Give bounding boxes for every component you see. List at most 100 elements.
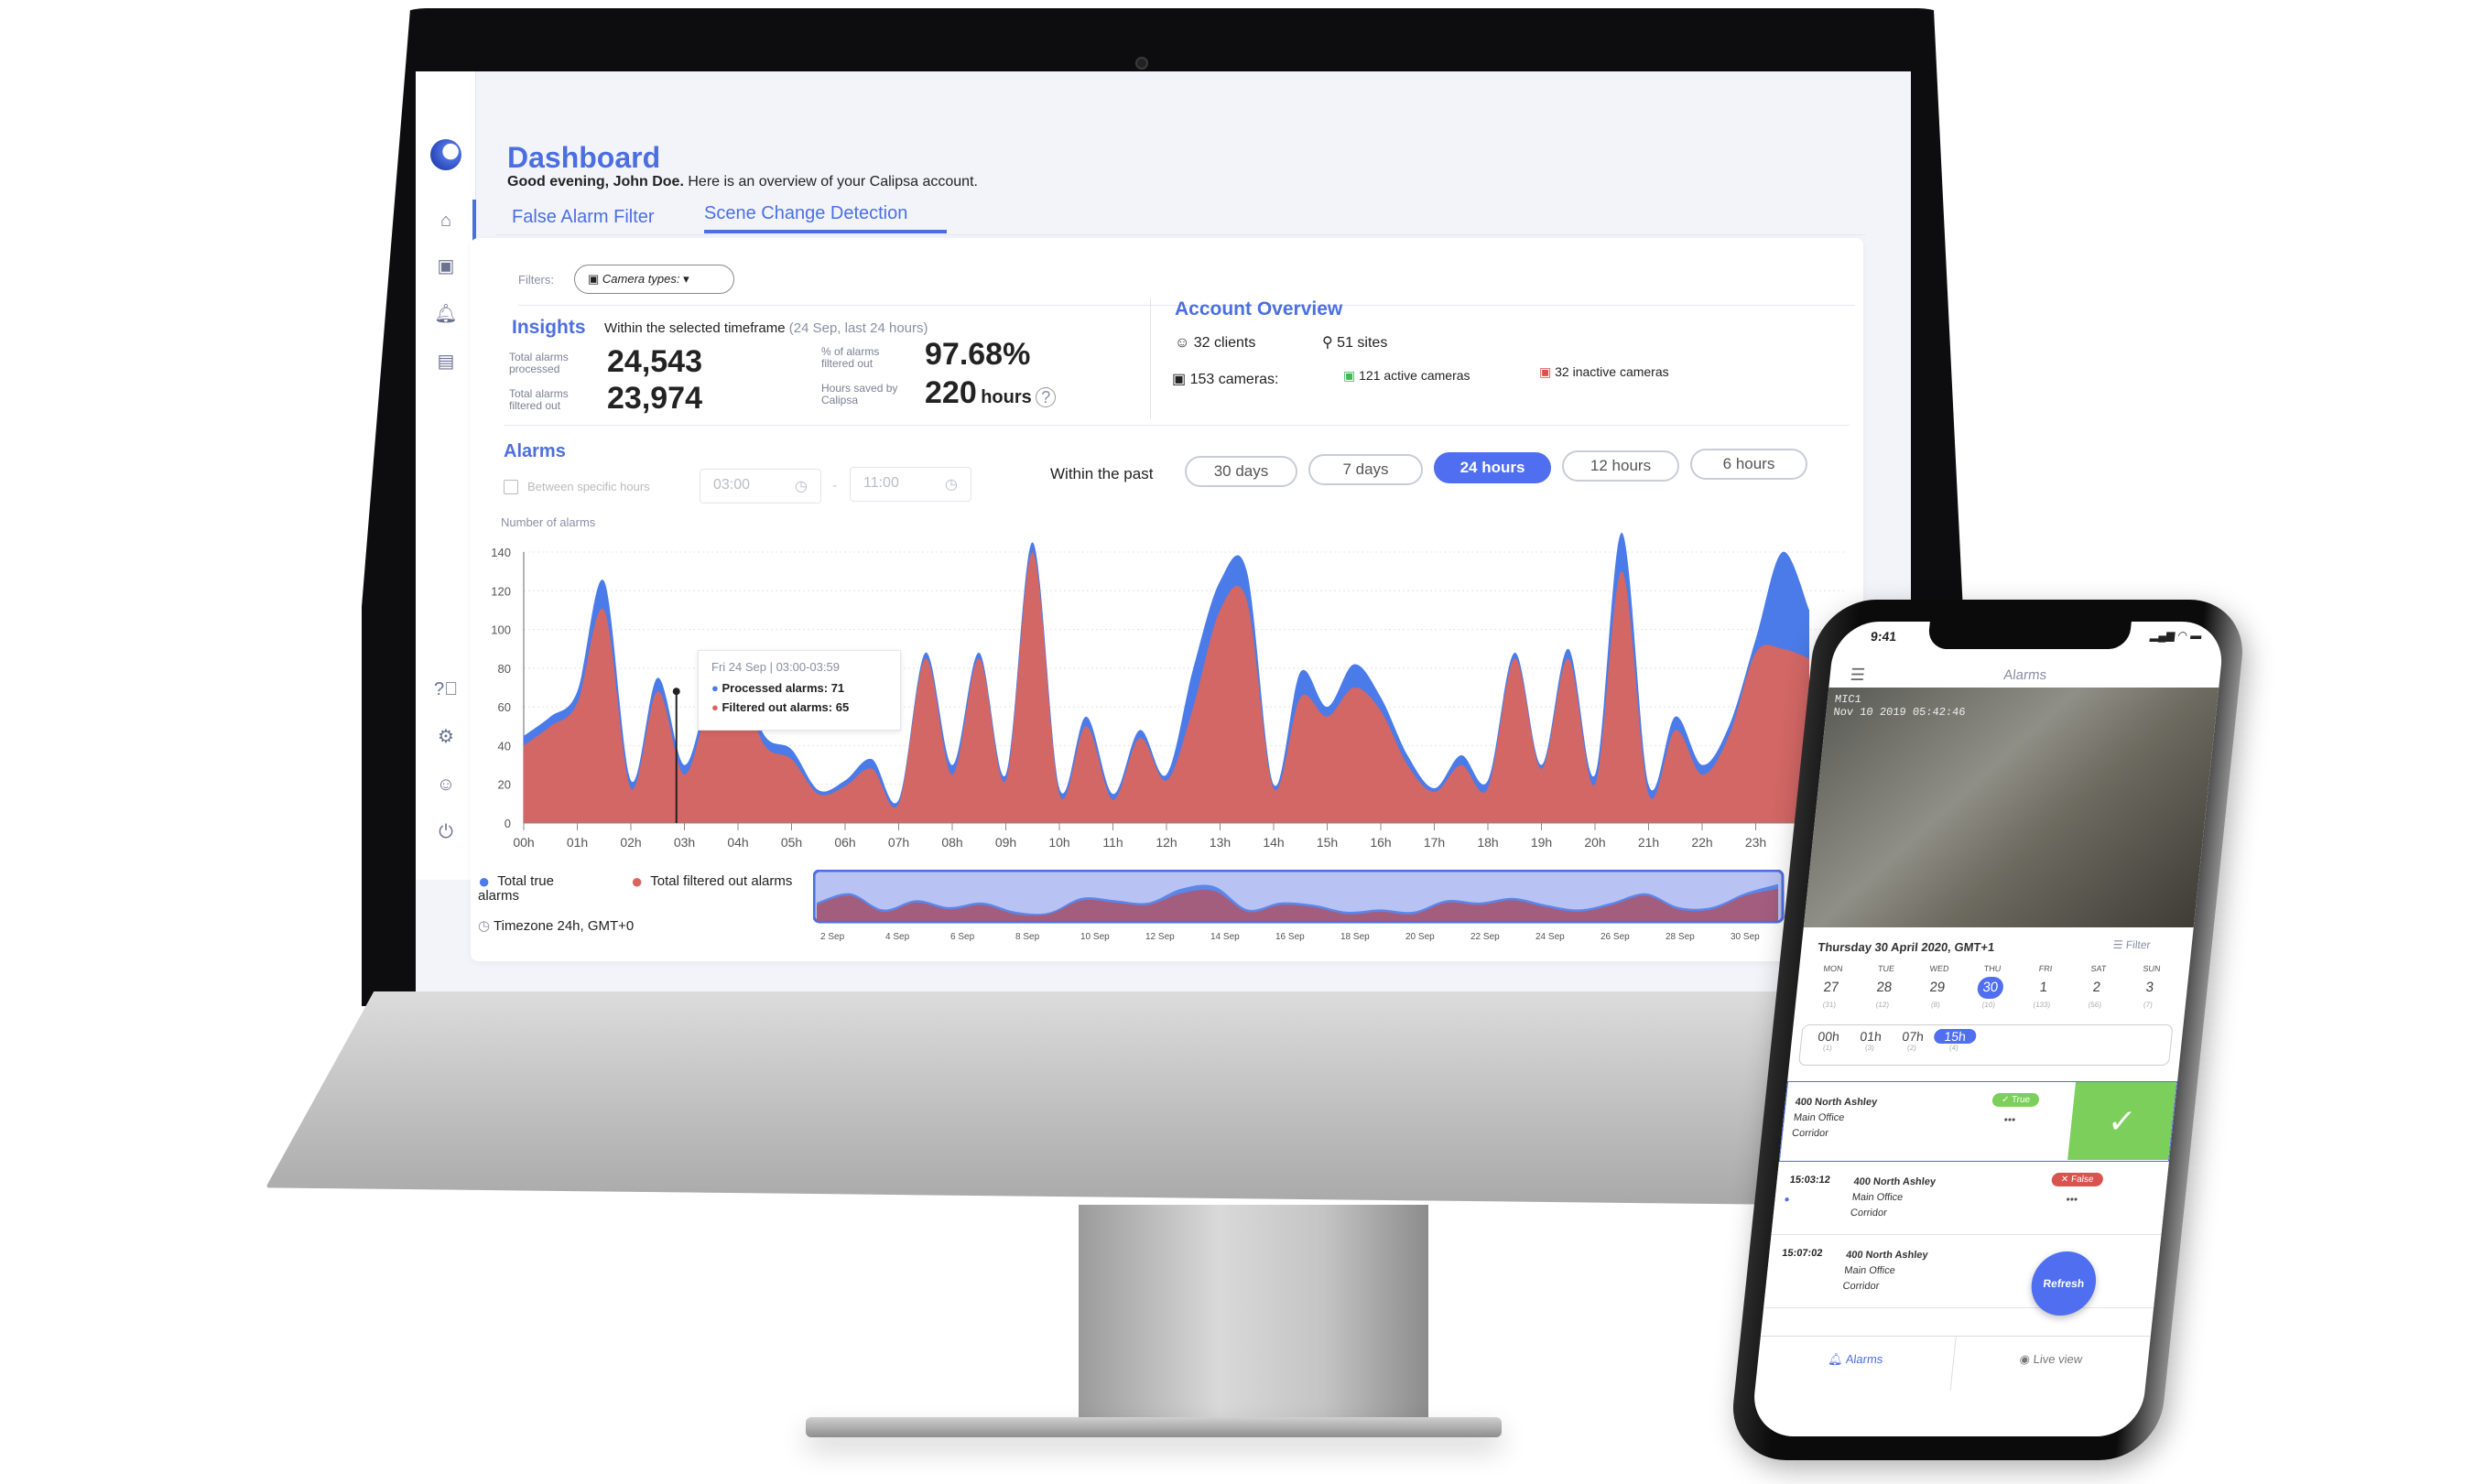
range-dash: - [832, 478, 838, 493]
filter-button[interactable]: ☰ Filter [2112, 938, 2151, 951]
day-thu[interactable]: THU 30 (10) [1961, 964, 2019, 1009]
range-12-hours[interactable]: 12 hours [1562, 450, 1679, 482]
bell-icon[interactable]: 🔔︎ [434, 302, 458, 326]
between-hours-checkbox[interactable] [504, 480, 518, 494]
day-number: 28 [1875, 980, 1893, 995]
y-tick-label: 0 [505, 817, 511, 830]
more-options-icon[interactable]: ••• [2066, 1193, 2078, 1206]
legend-label: Total filtered out alarms [650, 873, 793, 889]
hour-15h[interactable]: 15h (4) [1931, 1029, 1978, 1061]
page-subtitle: Here is an overview of your Calipsa acco… [688, 174, 978, 190]
range-7-days[interactable]: 7 days [1308, 454, 1423, 485]
clients-icon: ☺ [1175, 335, 1194, 351]
clipboard-icon[interactable]: ▤ [434, 350, 458, 374]
tab-false-alarm-filter[interactable]: False Alarm Filter [512, 207, 655, 228]
day-number: 3 [2144, 980, 2154, 995]
alarm-item[interactable]: 15:03:12 400 North Ashley Main Office Corr… [1771, 1162, 2169, 1235]
clock-icon: ◷ [478, 918, 494, 934]
filtered-label: Total alarms filtered out [509, 387, 569, 412]
tab-scene-change-detection[interactable]: Scene Change Detection [704, 203, 947, 233]
to-time-input[interactable]: 11:00 ◷ [850, 467, 971, 502]
x-tick-label: 21h [1638, 835, 1659, 850]
alarm-zone: Corridor [1791, 1128, 1829, 1139]
day-count: (56) [2088, 1001, 2102, 1009]
account-overview-title: Account Overview [1175, 298, 1343, 320]
day-count: (7) [2143, 1001, 2154, 1009]
day-tue[interactable]: TUE 28 (12) [1855, 964, 1913, 1009]
range-24-hours[interactable]: 24 hours [1434, 452, 1551, 483]
alarm-site: 400 North Ashley [1795, 1097, 1878, 1108]
camera-icon[interactable]: ▣ [434, 255, 458, 278]
day-name: WED [1929, 964, 1950, 973]
y-axis-label: Number of alarms [501, 515, 596, 529]
processed-dot: ● [711, 681, 722, 695]
alarm-item[interactable]: 15:07:02 400 North Ashley Main Office Corr… [1763, 1235, 2162, 1308]
range-30-days[interactable]: 30 days [1185, 456, 1297, 487]
day-mon[interactable]: MON 27 (31) [1802, 964, 1860, 1009]
inactive-cameras: 32 inactive cameras [1555, 364, 1669, 379]
day-fri[interactable]: FRI 1 (133) [2014, 964, 2072, 1009]
minimap-tick-label: 8 Sep [1015, 932, 1040, 942]
more-options-icon[interactable]: ••• [2003, 1113, 2016, 1126]
x-tick-label: 20h [1584, 835, 1605, 850]
minimap-tick-label: 4 Sep [885, 932, 910, 942]
nav-live-view[interactable]: ◉ Live view [1950, 1337, 2151, 1391]
nav-label: Live view [2032, 1352, 2083, 1366]
day-sun[interactable]: SUN 3 (7) [2121, 964, 2178, 1009]
camera-icon: ▣ [588, 272, 602, 286]
dashboard-screen: ⌂ ▣ 🔔︎ ▤ ?⃝ ⚙ ☺ ⏻ Dashboard Good evening… [416, 71, 1911, 991]
location-icon: ⚲ [1322, 335, 1338, 351]
hour-00h[interactable]: 00h (1) [1805, 1029, 1850, 1061]
alarms-chart[interactable]: 0 20 40 60 80 100 120 140 00h 01h 02h 03h 04h 05h 06h 0… [416, 529, 1881, 868]
alarm-zone: Corridor [1841, 1281, 1880, 1292]
x-tick-label: 04h [727, 835, 748, 850]
bottom-nav: 🔔︎ Alarms ◉ Live view [1754, 1336, 2151, 1391]
day-wed[interactable]: WED 29 (8) [1908, 964, 1966, 1009]
y-tick-label: 140 [491, 546, 511, 559]
minimap-tick-label: 28 Sep [1666, 932, 1695, 942]
nav-alarms[interactable]: 🔔︎ Alarms [1754, 1337, 1957, 1391]
y-tick-label: 60 [498, 700, 511, 714]
range-6-hours[interactable]: 6 hours [1690, 449, 1807, 480]
processed-value: 24,543 [607, 344, 702, 379]
chevron-down-icon: ▾ [683, 272, 689, 286]
alarm-site: 400 North Ashley [1852, 1176, 1937, 1187]
home-icon[interactable]: ⌂ [434, 209, 458, 233]
help-icon[interactable]: ? [1036, 387, 1057, 407]
minimap-tick-label: 16 Sep [1275, 932, 1305, 942]
sites-count: 51 sites [1337, 335, 1388, 351]
clock-icon: ◷ [945, 477, 958, 493]
hour-07h[interactable]: 07h (2) [1889, 1029, 1935, 1061]
alarm-item[interactable]: 400 North Ashley Main Office Corridor ✓ Tr… [1778, 1081, 2178, 1162]
x-tick-label: 02h [620, 835, 641, 850]
day-count: (133) [2033, 1001, 2051, 1009]
x-tick-label: 12h [1156, 835, 1177, 850]
legend-dot: ● [478, 870, 491, 893]
phone: 9:41 ▂▄▆ ◠ ▬ ☰ Alarms MIC1 Nov 10 2019 05… [1727, 600, 2249, 1460]
alarm-place: Main Office [1793, 1112, 1845, 1123]
x-tick-label: 09h [995, 835, 1016, 850]
x-tick-label: 18h [1477, 835, 1498, 850]
from-time-input[interactable]: 03:00 ◷ [700, 469, 821, 504]
tooltip-filtered: Filtered out alarms: 65 [722, 700, 850, 714]
processed-label: Total alarms processed [509, 351, 569, 375]
alarm-site: 400 North Ashley [1845, 1250, 1929, 1261]
day-name: MON [1823, 964, 1844, 973]
day-sat[interactable]: SAT 2 (56) [2067, 964, 2125, 1009]
check-icon[interactable]: ✓ [2067, 1082, 2177, 1160]
hour-01h[interactable]: 01h (3) [1847, 1029, 1893, 1061]
day-number: 29 [1928, 980, 1947, 995]
phone-title: Alarms [2002, 667, 2047, 683]
y-tick-label: 100 [491, 623, 511, 637]
x-tick-label: 22h [1691, 835, 1712, 850]
camera-snapshot[interactable]: MIC1 Nov 10 2019 05:42:46 [1803, 688, 2219, 927]
alarm-list: 400 North Ashley Main Office Corridor ✓ Tr… [1763, 1081, 2178, 1308]
hour-count: (2) [1906, 1044, 1917, 1052]
x-tick-label: 03h [674, 835, 695, 850]
day-name: TUE [1877, 964, 1895, 973]
timeline-minimap[interactable]: 2 Sep 4 Sep 6 Sep 8 Sep 10 Sep 12 Sep 14 Sep 16… [813, 870, 1785, 948]
day-count: (10) [1981, 1001, 1996, 1009]
x-tick-label: 16h [1370, 835, 1391, 850]
camera-types-dropdown[interactable]: ▣ Camera types: ▾ [574, 265, 734, 294]
bell-icon: 🔔︎ [1827, 1352, 1847, 1366]
